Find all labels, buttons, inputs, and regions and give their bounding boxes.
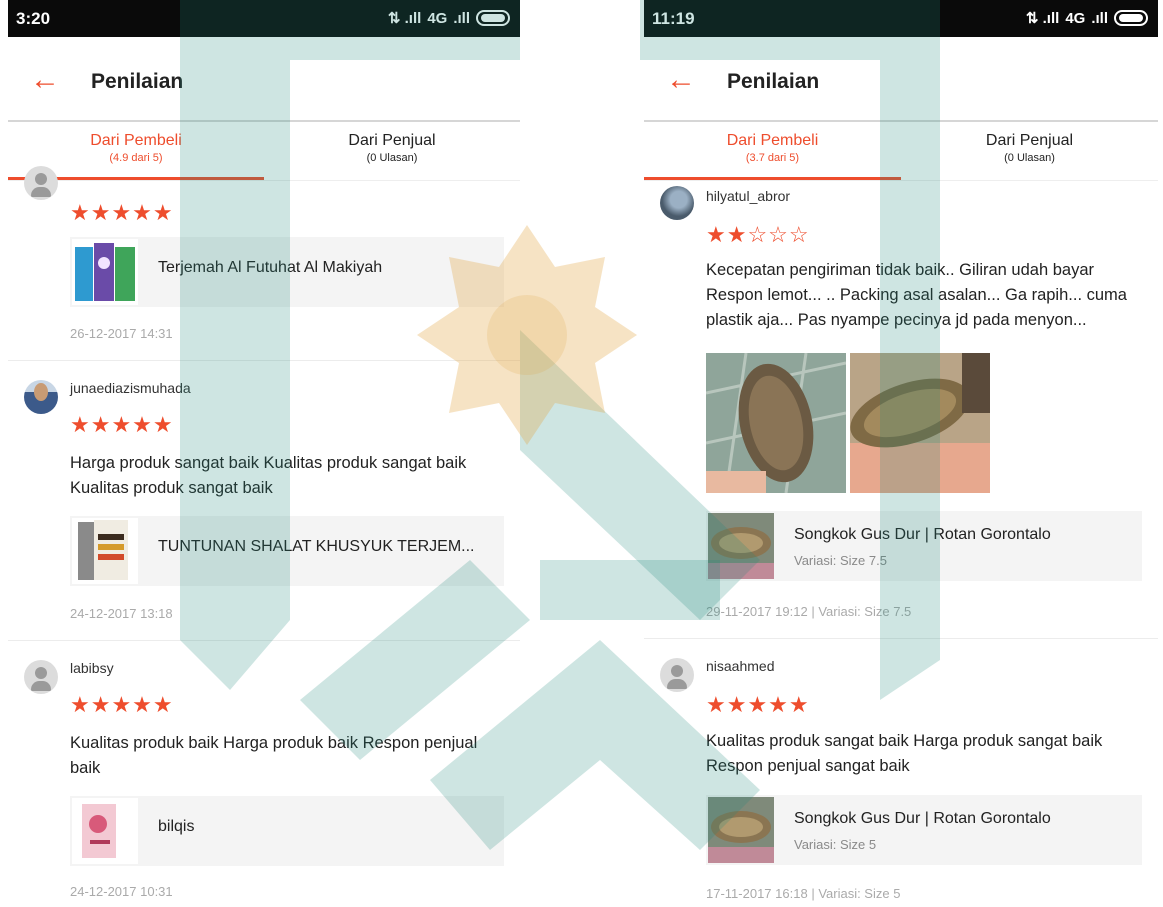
review-item: labibsy ★★★★★ Kualitas produk baik Harga…: [8, 640, 520, 907]
review-photo[interactable]: [705, 352, 847, 494]
product-name: Songkok Gus Dur | Rotan Gorontalo: [794, 526, 1051, 543]
avatar: [660, 658, 694, 692]
avatar: [24, 660, 58, 694]
star-rating: ★★☆☆☆: [706, 222, 810, 247]
left-screen: 3:20 ⇅ .ıll 4G .ıll ← Penilaian Dari Pem…: [8, 0, 520, 907]
product-variant: Variasi: Size 5: [794, 837, 877, 852]
status-bar: 3:20 ⇅ .ıll 4G .ıll: [8, 0, 520, 37]
network-label: 4G: [1065, 9, 1086, 27]
review-date: 24-12-2017 13:18: [70, 606, 173, 621]
app-bar: ← Penilaian: [644, 37, 1158, 122]
product-thumbnail: [708, 797, 774, 863]
avatar: [24, 166, 58, 200]
avatar: [660, 186, 694, 220]
tab-dari-penjual[interactable]: Dari Penjual (0 Ulasan): [264, 122, 520, 180]
tab-label: Dari Pembeli: [90, 132, 182, 149]
product-name: TUNTUNAN SHALAT KHUSYUK TERJEM...: [158, 538, 475, 555]
tab-label: Dari Penjual: [985, 132, 1074, 149]
review-date: 24-12-2017 10:31: [70, 884, 173, 899]
product-thumbnail: [708, 513, 774, 579]
reviewer-name: labibsy: [70, 660, 114, 676]
tab-dari-penjual[interactable]: Dari Penjual (0 Ulasan): [901, 122, 1158, 180]
review-photo[interactable]: [850, 353, 990, 493]
network-label: 4G: [427, 9, 448, 27]
product-card[interactable]: Terjemah Al Futuhat Al Makiyah: [70, 237, 504, 307]
app-bar: ← Penilaian: [8, 37, 520, 122]
product-name: Songkok Gus Dur | Rotan Gorontalo: [794, 810, 1051, 827]
review-comment: Harga produk sangat baik Kualitas produk…: [70, 454, 467, 497]
product-card[interactable]: Songkok Gus Dur | Rotan Gorontalo Varias…: [706, 511, 1142, 581]
star-rating: ★★★★★: [70, 200, 174, 225]
product-card[interactable]: TUNTUNAN SHALAT KHUSYUK TERJEM...: [70, 516, 504, 586]
tab-label: Dari Penjual: [348, 132, 436, 149]
status-time: 3:20: [16, 9, 51, 28]
tab-sublabel: (3.7 dari 5): [745, 152, 800, 164]
signal-icon-2: .ıll: [1091, 9, 1108, 27]
product-thumbnail: [72, 798, 138, 864]
star-rating: ★★★★★: [70, 412, 174, 437]
signal-icon-2: .ıll: [453, 9, 470, 27]
signal-icon: ⇅ .ıll: [387, 10, 422, 27]
review-item: junaediazismuhada ★★★★★ Harga produk san…: [8, 360, 520, 641]
page-title: Penilaian: [727, 70, 820, 93]
battery-icon: [1114, 10, 1148, 26]
status-icons: ⇅ .ıll 4G .ıll: [388, 9, 510, 27]
review-item: hilyatul_abror ★★☆☆☆ Kecepatan pengirima…: [644, 178, 1158, 639]
review-date: 29-11-2017 19:12: [706, 604, 808, 619]
tab-sublabel: (0 Ulasan): [1004, 152, 1055, 164]
signal-icon: ⇅ .ıll: [1025, 10, 1060, 27]
battery-icon: [476, 10, 510, 26]
avatar: [24, 380, 58, 414]
review-item: nisaahmed ★★★★★ Kualitas produk sangat b…: [644, 640, 1158, 907]
review-date: 17-11-2017 16:18: [706, 886, 808, 901]
review-date-variant: Variasi: Size 7.5: [818, 604, 912, 619]
rating-tabs: Dari Pembeli (3.7 dari 5) Dari Penjual (…: [644, 122, 1158, 181]
star-rating: ★★★★★: [706, 692, 810, 717]
tab-dari-pembeli[interactable]: Dari Pembeli (3.7 dari 5): [644, 122, 901, 180]
tab-sublabel: (0 Ulasan): [366, 152, 418, 164]
review-comment: Kecepatan pengiriman tidak baik.. Gilira…: [706, 261, 1127, 329]
reviewer-name: nisaahmed: [706, 658, 775, 674]
right-screen: 11:19 ⇅ .ıll 4G .ıll ← Penilaian Dari Pe…: [644, 0, 1158, 907]
product-thumbnail: [72, 518, 138, 584]
review-date-variant: Variasi: Size 5: [818, 886, 901, 901]
product-name: Terjemah Al Futuhat Al Makiyah: [158, 259, 383, 276]
status-time: 11:19: [652, 9, 695, 28]
status-icons: ⇅ .ıll 4G .ıll: [1026, 9, 1148, 27]
reviewer-name: hilyatul_abror: [706, 188, 791, 204]
reviewer-name: junaediazismuhada: [70, 380, 191, 396]
tab-label: Dari Pembeli: [726, 132, 819, 149]
back-arrow-icon[interactable]: ←: [30, 65, 60, 95]
product-variant: Variasi: Size 7.5: [794, 553, 887, 568]
product-card[interactable]: Songkok Gus Dur | Rotan Gorontalo Varias…: [706, 795, 1142, 865]
product-name: bilqis: [158, 818, 195, 835]
review-comment: Kualitas produk baik Harga produk baik R…: [70, 734, 478, 777]
product-thumbnail: [72, 239, 138, 305]
review-date: 26-12-2017 14:31: [70, 326, 173, 341]
rating-tabs: Dari Pembeli (4.9 dari 5) Dari Penjual (…: [8, 122, 520, 181]
back-arrow-icon[interactable]: ←: [666, 65, 696, 95]
review-item: ★★★★★ Terjemah Al Futuhat Al Makiyah 26-…: [8, 166, 520, 361]
review-date-line: 29-11-2017 19:12 | Variasi: Size 7.5: [706, 604, 911, 619]
review-comment: Kualitas produk sangat baik Harga produk…: [706, 732, 1103, 775]
page-title: Penilaian: [91, 70, 184, 93]
star-rating: ★★★★★: [70, 692, 174, 717]
status-bar: 11:19 ⇅ .ıll 4G .ıll: [644, 0, 1158, 37]
tab-sublabel: (4.9 dari 5): [109, 152, 163, 164]
review-date-line: 17-11-2017 16:18 | Variasi: Size 5: [706, 886, 900, 901]
product-card[interactable]: bilqis: [70, 796, 504, 866]
